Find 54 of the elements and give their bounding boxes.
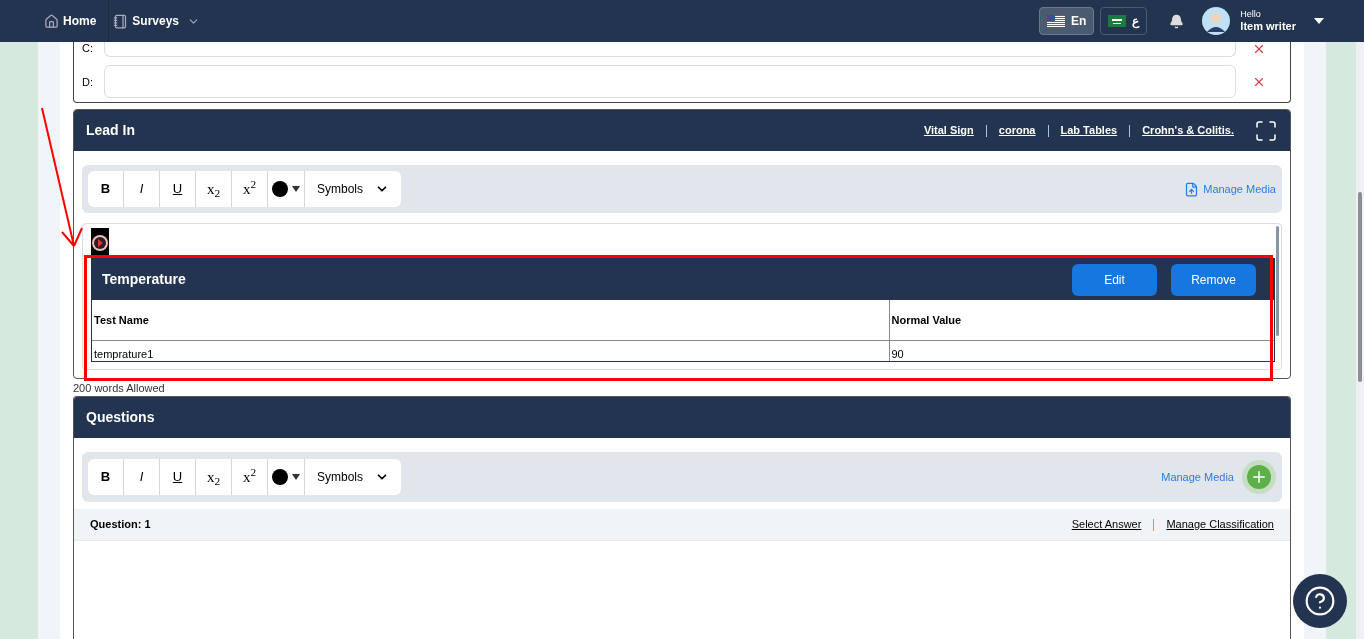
- caret-icon[interactable]: [1314, 18, 1324, 24]
- column-header: Normal Value: [889, 300, 1274, 340]
- language-button[interactable]: En: [1039, 7, 1095, 35]
- category-link[interactable]: Vital Sign: [923, 122, 974, 139]
- help-icon: [1304, 585, 1336, 617]
- format-button[interactable]: x$^{2}$: [232, 459, 268, 495]
- close-icon[interactable]: [1252, 42, 1266, 56]
- card-title: Questions: [86, 408, 155, 427]
- fullscreen-icon[interactable]: [1254, 118, 1278, 143]
- format-button[interactable]: U: [160, 459, 196, 495]
- format-button[interactable]: x$^{2}$: [232, 171, 268, 207]
- category-link[interactable]: corona: [998, 122, 1036, 139]
- symbols-select[interactable]: Symbols: [305, 171, 401, 207]
- format-button[interactable]: I: [124, 171, 160, 207]
- caret-icon: [292, 186, 300, 192]
- question-link[interactable]: Manage Classification: [1166, 516, 1274, 533]
- option-input[interactable]: [104, 65, 1236, 98]
- symbols-select[interactable]: Symbols: [305, 459, 401, 495]
- help-button[interactable]: [1293, 574, 1347, 628]
- table-action-button[interactable]: Remove: [1171, 263, 1256, 296]
- format-button[interactable]: U: [160, 171, 196, 207]
- format-button[interactable]: B: [88, 459, 124, 495]
- user-name: Item writer: [1240, 19, 1296, 34]
- home-icon: [44, 13, 59, 29]
- flag-icon: [1047, 15, 1065, 27]
- category-link[interactable]: Lab Tables: [1060, 122, 1118, 139]
- option-label: D:: [82, 75, 94, 88]
- nav-link[interactable]: Home: [44, 0, 109, 42]
- format-button[interactable]: B: [88, 171, 124, 207]
- table-title: Temperature: [102, 270, 186, 289]
- language-button[interactable]: ع: [1100, 7, 1148, 35]
- format-button[interactable]: I: [124, 459, 160, 495]
- card-title: Lead In: [86, 121, 135, 140]
- word-limit-text: 200 words Allowed: [73, 382, 166, 395]
- format-button[interactable]: x$_{2}$: [196, 459, 232, 495]
- question-link[interactable]: Select Answer: [1071, 516, 1142, 533]
- table-cell: temprature1: [92, 340, 889, 361]
- option-input[interactable]: [104, 42, 1236, 57]
- format-button[interactable]: x$_{2}$: [196, 171, 232, 207]
- plus-icon: [1250, 468, 1268, 486]
- question-label: Question: 1: [90, 517, 151, 533]
- table-cell: 90: [889, 340, 1274, 361]
- option-label: C:: [82, 42, 94, 54]
- bell-icon[interactable]: [1169, 13, 1185, 29]
- category-link[interactable]: Crohn's & Colitis.: [1142, 122, 1234, 139]
- flag-icon: [1108, 15, 1127, 27]
- play-icon: [91, 228, 109, 258]
- column-header: Test Name: [92, 300, 889, 340]
- file-upload-icon: [1184, 181, 1200, 197]
- table-action-button[interactable]: Edit: [1072, 263, 1157, 296]
- greeting-text: Hello: [1240, 8, 1262, 20]
- avatar[interactable]: [1202, 7, 1231, 35]
- notebook-icon: [113, 13, 129, 29]
- caret-icon: [292, 474, 300, 480]
